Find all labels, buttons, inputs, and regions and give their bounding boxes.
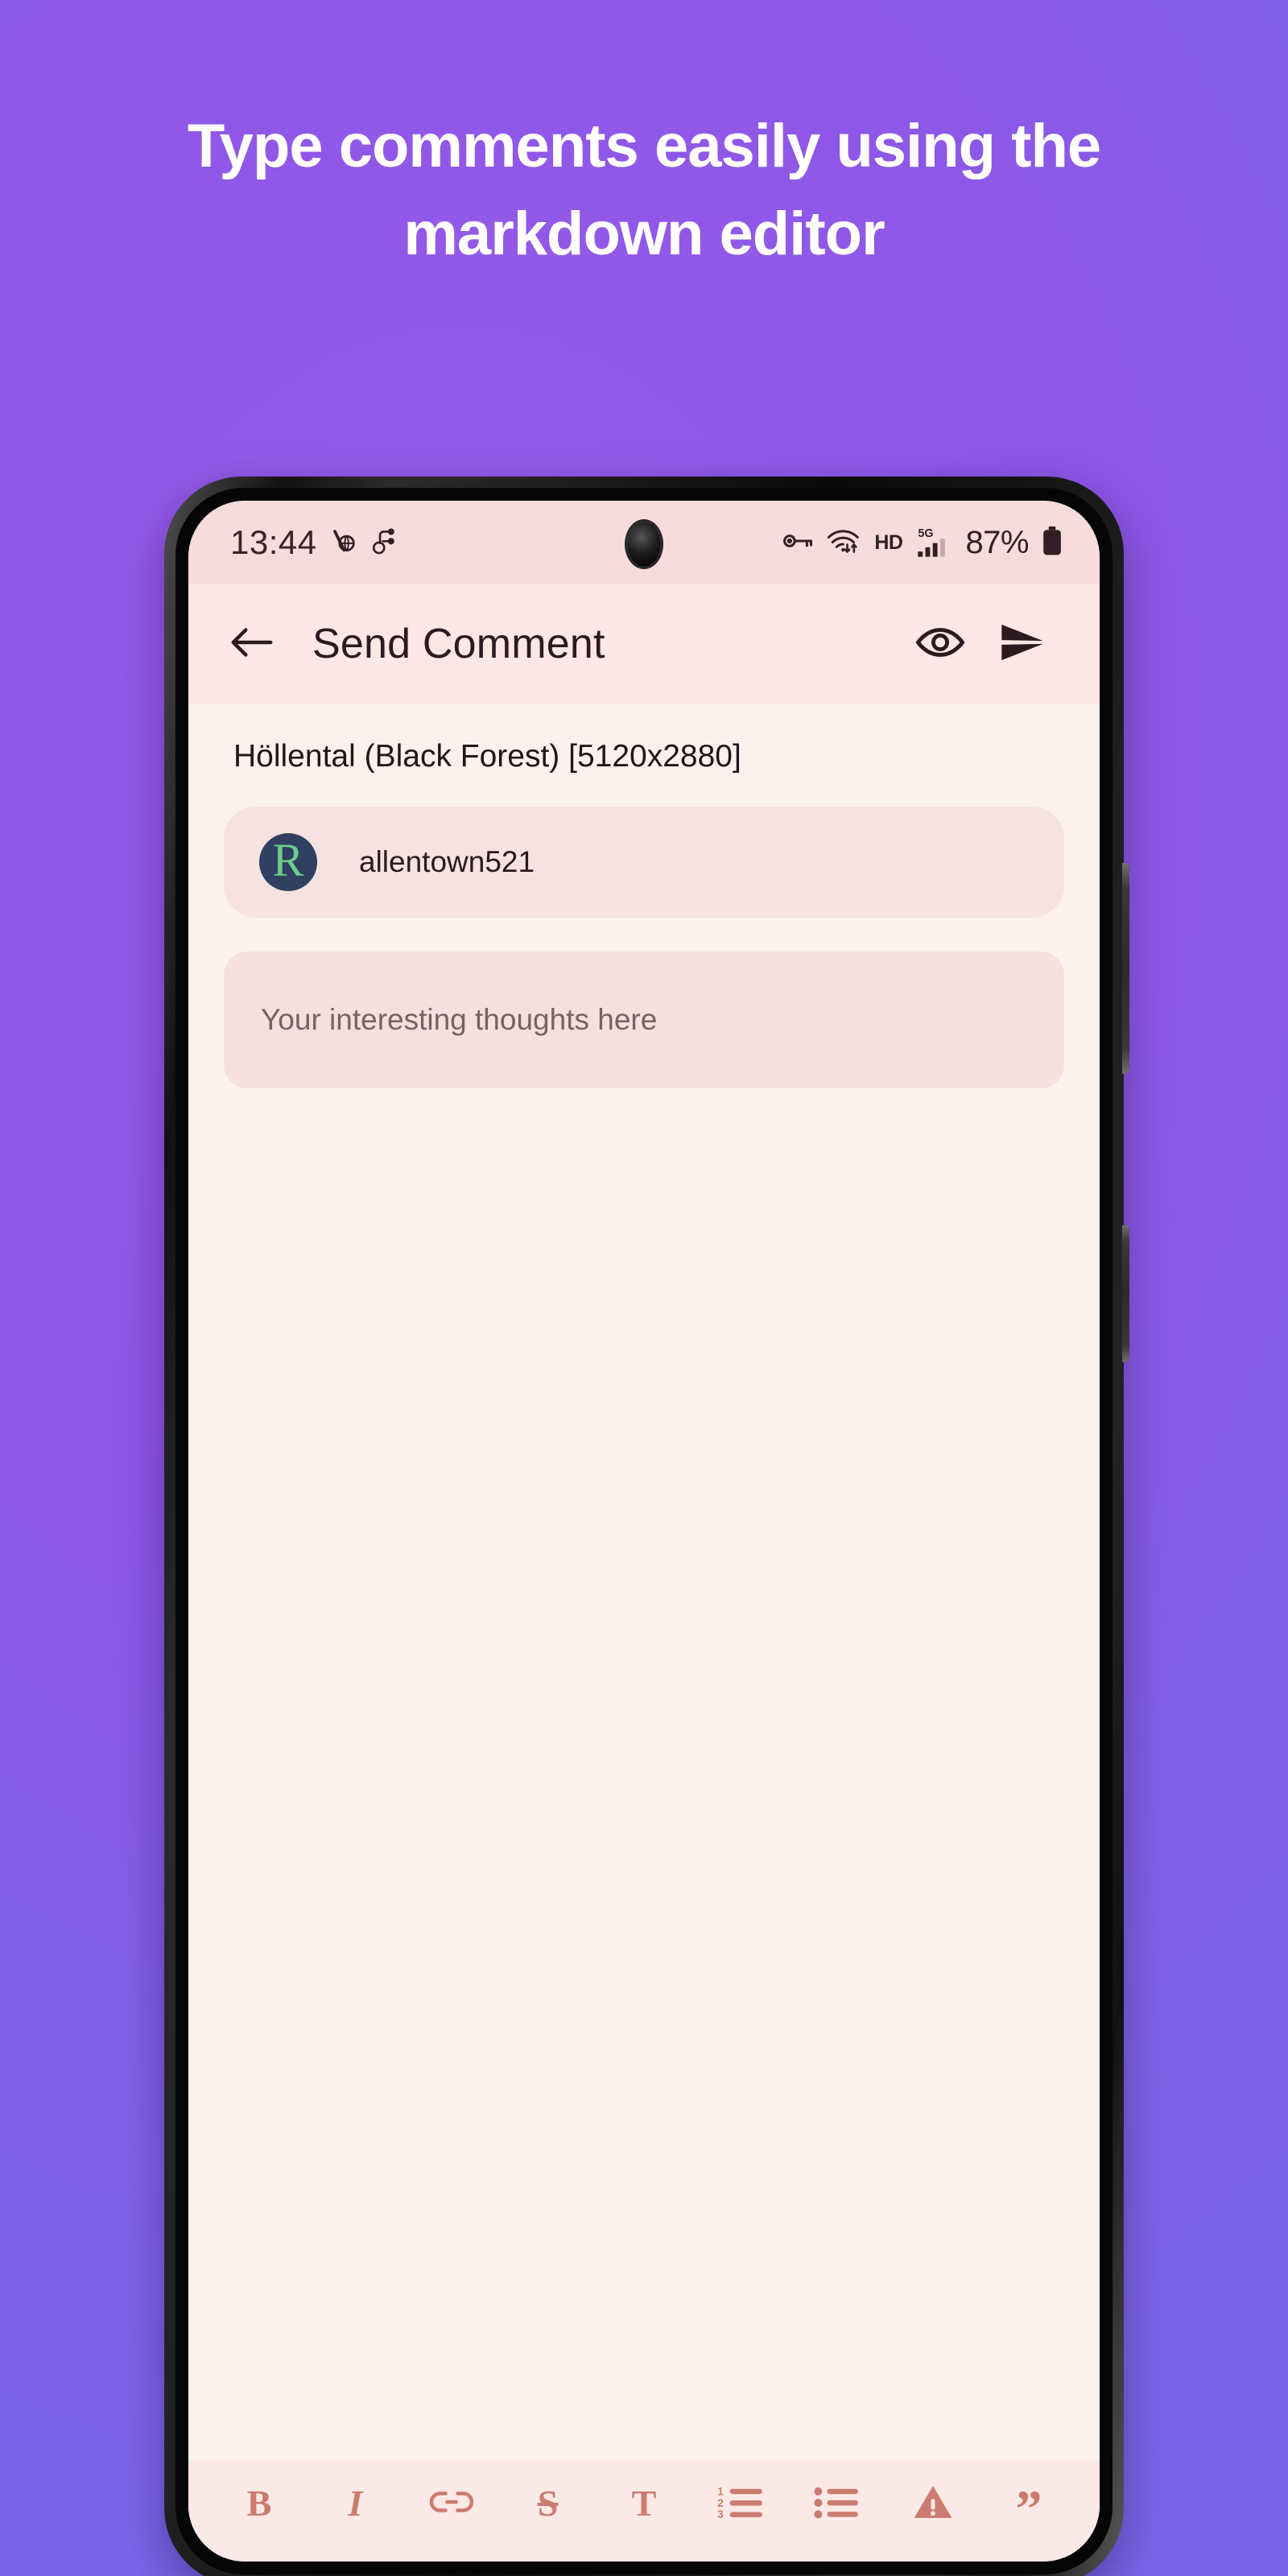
strikethrough-button[interactable]: S bbox=[511, 2467, 585, 2541]
back-button[interactable] bbox=[217, 609, 287, 679]
editor-empty-area[interactable] bbox=[188, 1088, 1100, 2460]
bold-button[interactable]: B bbox=[222, 2467, 296, 2541]
comment-compose-body: Höllental (Black Forest) [5120x2880] R a… bbox=[188, 704, 1100, 2562]
front-camera-punch-hole bbox=[627, 522, 661, 567]
comment-input-placeholder: Your interesting thoughts here bbox=[261, 1003, 658, 1036]
phone-screen: 13:44 HD 5G 87% Send Comment Höllental (… bbox=[188, 501, 1100, 2562]
italic-icon: I bbox=[348, 2483, 363, 2524]
svg-text:2: 2 bbox=[717, 2496, 723, 2508]
app-bar-title: Send Comment bbox=[312, 621, 605, 667]
link-button[interactable] bbox=[415, 2467, 489, 2541]
spoiler-button[interactable] bbox=[896, 2467, 970, 2541]
avatar-letter: R bbox=[272, 834, 304, 886]
author-username: allentown521 bbox=[359, 845, 535, 878]
battery-icon bbox=[1042, 526, 1063, 560]
eye-icon bbox=[915, 625, 965, 664]
send-paper-plane-icon bbox=[999, 622, 1046, 667]
svg-text:1: 1 bbox=[717, 2485, 724, 2497]
avatar: R bbox=[259, 833, 317, 891]
italic-button[interactable]: I bbox=[319, 2467, 393, 2541]
bold-icon: B bbox=[246, 2483, 272, 2524]
bullet-list-button[interactable] bbox=[799, 2467, 873, 2541]
power-button[interactable] bbox=[1122, 1225, 1129, 1362]
send-button[interactable] bbox=[985, 607, 1059, 681]
mute-globe-icon bbox=[330, 527, 357, 559]
status-bar: 13:44 HD 5G 87% bbox=[188, 501, 1100, 584]
heading-button[interactable]: T bbox=[607, 2467, 681, 2541]
share-network-icon bbox=[370, 527, 396, 559]
blockquote-button[interactable]: ” bbox=[992, 2467, 1066, 2541]
quote-icon: ” bbox=[1015, 2479, 1042, 2539]
promo-headline: Type comments easily using the markdown … bbox=[187, 112, 1101, 268]
wifi-data-icon bbox=[826, 526, 861, 559]
battery-percent-label: 87% bbox=[965, 524, 1029, 560]
status-bar-right: HD 5G 87% bbox=[782, 524, 1063, 562]
warning-triangle-icon bbox=[912, 2483, 954, 2524]
numbered-list-icon: 1 2 3 bbox=[717, 2483, 764, 2524]
link-icon bbox=[429, 2487, 474, 2520]
svg-text:3: 3 bbox=[717, 2508, 723, 2520]
status-time: 13:44 bbox=[230, 523, 317, 561]
author-row[interactable]: R allentown521 bbox=[224, 807, 1064, 918]
svg-text:5G: 5G bbox=[919, 526, 934, 539]
comment-input[interactable]: Your interesting thoughts here bbox=[224, 952, 1064, 1088]
app-bar: Send Comment bbox=[188, 584, 1100, 704]
volume-rocker-button[interactable] bbox=[1122, 863, 1129, 1074]
signal-5g-icon: 5G bbox=[915, 524, 952, 562]
status-bar-left: 13:44 bbox=[230, 523, 396, 562]
numbered-list-button[interactable]: 1 2 3 bbox=[704, 2467, 778, 2541]
strikethrough-icon: S bbox=[537, 2483, 559, 2524]
vpn-key-icon bbox=[782, 530, 813, 555]
preview-button[interactable] bbox=[903, 607, 977, 681]
post-title: Höllental (Black Forest) [5120x2880] bbox=[233, 739, 741, 774]
back-arrow-icon bbox=[229, 625, 275, 664]
phone-frame: 13:44 HD 5G 87% Send Comment Höllental (… bbox=[164, 477, 1129, 2576]
markdown-toolbar: B I S T 1 2 3 ” bbox=[188, 2460, 1100, 2562]
network-type-label: HD bbox=[874, 530, 903, 554]
bullet-list-icon bbox=[813, 2483, 860, 2524]
text-heading-icon: T bbox=[631, 2483, 657, 2524]
